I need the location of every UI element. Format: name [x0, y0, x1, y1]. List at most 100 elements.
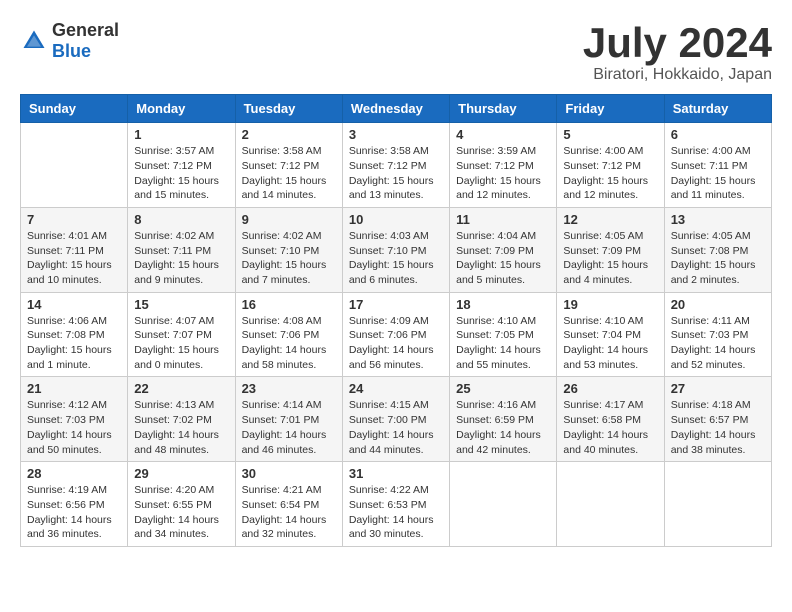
day-number: 26 [563, 381, 657, 396]
calendar-cell: 23 Sunrise: 4:14 AM Sunset: 7:01 PM Dayli… [235, 377, 342, 462]
day-number: 18 [456, 297, 550, 312]
day-info: Sunrise: 4:19 AM Sunset: 6:56 PM Dayligh… [27, 483, 121, 542]
day-number: 20 [671, 297, 765, 312]
day-info: Sunrise: 3:58 AM Sunset: 7:12 PM Dayligh… [349, 144, 443, 203]
calendar-cell [21, 123, 128, 208]
calendar-cell: 27 Sunrise: 4:18 AM Sunset: 6:57 PM Dayli… [664, 377, 771, 462]
day-number: 13 [671, 212, 765, 227]
day-info: Sunrise: 4:12 AM Sunset: 7:03 PM Dayligh… [27, 398, 121, 457]
header: General Blue July 2024 Biratori, Hokkaid… [20, 20, 772, 84]
day-number: 28 [27, 466, 121, 481]
day-info: Sunrise: 4:16 AM Sunset: 6:59 PM Dayligh… [456, 398, 550, 457]
day-number: 5 [563, 127, 657, 142]
day-number: 2 [242, 127, 336, 142]
weekday-header-thursday: Thursday [450, 95, 557, 123]
day-number: 25 [456, 381, 550, 396]
weekday-header-monday: Monday [128, 95, 235, 123]
day-info: Sunrise: 4:10 AM Sunset: 7:05 PM Dayligh… [456, 314, 550, 373]
calendar-week-row: 1Sunrise: 3:57 AM Sunset: 7:12 PM Daylig… [21, 123, 772, 208]
day-info: Sunrise: 3:57 AM Sunset: 7:12 PM Dayligh… [134, 144, 228, 203]
day-info: Sunrise: 4:21 AM Sunset: 6:54 PM Dayligh… [242, 483, 336, 542]
calendar-cell: 8Sunrise: 4:02 AM Sunset: 7:11 PM Daylig… [128, 207, 235, 292]
calendar-cell: 7 Sunrise: 4:01 AM Sunset: 7:11 PM Daylig… [21, 207, 128, 292]
day-number: 23 [242, 381, 336, 396]
day-info: Sunrise: 4:00 AM Sunset: 7:12 PM Dayligh… [563, 144, 657, 203]
calendar-cell [664, 462, 771, 547]
calendar-cell: 3 Sunrise: 3:58 AM Sunset: 7:12 PM Daylig… [342, 123, 449, 208]
day-info: Sunrise: 4:13 AM Sunset: 7:02 PM Dayligh… [134, 398, 228, 457]
calendar-cell: 1Sunrise: 3:57 AM Sunset: 7:12 PM Daylig… [128, 123, 235, 208]
calendar-cell: 31 Sunrise: 4:22 AM Sunset: 6:53 PM Dayli… [342, 462, 449, 547]
day-info: Sunrise: 4:03 AM Sunset: 7:10 PM Dayligh… [349, 229, 443, 288]
calendar-body: 1Sunrise: 3:57 AM Sunset: 7:12 PM Daylig… [21, 123, 772, 547]
weekday-header-wednesday: Wednesday [342, 95, 449, 123]
calendar-cell: 6 Sunrise: 4:00 AM Sunset: 7:11 PM Daylig… [664, 123, 771, 208]
weekday-header-friday: Friday [557, 95, 664, 123]
day-info: Sunrise: 4:18 AM Sunset: 6:57 PM Dayligh… [671, 398, 765, 457]
calendar-cell: 5 Sunrise: 4:00 AM Sunset: 7:12 PM Daylig… [557, 123, 664, 208]
calendar-cell [557, 462, 664, 547]
calendar-cell: 12Sunrise: 4:05 AM Sunset: 7:09 PM Dayli… [557, 207, 664, 292]
day-number: 21 [27, 381, 121, 396]
calendar-cell: 24Sunrise: 4:15 AM Sunset: 7:00 PM Dayli… [342, 377, 449, 462]
day-info: Sunrise: 4:00 AM Sunset: 7:11 PM Dayligh… [671, 144, 765, 203]
day-info: Sunrise: 4:01 AM Sunset: 7:11 PM Dayligh… [27, 229, 121, 288]
day-number: 3 [349, 127, 443, 142]
calendar-cell: 28 Sunrise: 4:19 AM Sunset: 6:56 PM Dayli… [21, 462, 128, 547]
day-number: 31 [349, 466, 443, 481]
day-info: Sunrise: 4:04 AM Sunset: 7:09 PM Dayligh… [456, 229, 550, 288]
calendar-cell: 13 Sunrise: 4:05 AM Sunset: 7:08 PM Dayli… [664, 207, 771, 292]
day-number: 24 [349, 381, 443, 396]
day-number: 16 [242, 297, 336, 312]
calendar-week-row: 28 Sunrise: 4:19 AM Sunset: 6:56 PM Dayli… [21, 462, 772, 547]
calendar-cell: 19Sunrise: 4:10 AM Sunset: 7:04 PM Dayli… [557, 292, 664, 377]
calendar-cell: 9Sunrise: 4:02 AM Sunset: 7:10 PM Daylig… [235, 207, 342, 292]
calendar-cell: 10 Sunrise: 4:03 AM Sunset: 7:10 PM Dayli… [342, 207, 449, 292]
calendar-cell [450, 462, 557, 547]
day-info: Sunrise: 4:14 AM Sunset: 7:01 PM Dayligh… [242, 398, 336, 457]
day-info: Sunrise: 4:05 AM Sunset: 7:09 PM Dayligh… [563, 229, 657, 288]
logo-text-blue: Blue [52, 41, 91, 61]
calendar-cell: 29Sunrise: 4:20 AM Sunset: 6:55 PM Dayli… [128, 462, 235, 547]
calendar-cell: 21 Sunrise: 4:12 AM Sunset: 7:03 PM Dayli… [21, 377, 128, 462]
day-number: 10 [349, 212, 443, 227]
calendar-cell: 26 Sunrise: 4:17 AM Sunset: 6:58 PM Dayli… [557, 377, 664, 462]
calendar-table: SundayMondayTuesdayWednesdayThursdayFrid… [20, 94, 772, 547]
day-info: Sunrise: 4:17 AM Sunset: 6:58 PM Dayligh… [563, 398, 657, 457]
day-info: Sunrise: 4:02 AM Sunset: 7:11 PM Dayligh… [134, 229, 228, 288]
day-number: 15 [134, 297, 228, 312]
calendar-cell: 14 Sunrise: 4:06 AM Sunset: 7:08 PM Dayli… [21, 292, 128, 377]
day-info: Sunrise: 4:06 AM Sunset: 7:08 PM Dayligh… [27, 314, 121, 373]
calendar-cell: 4Sunrise: 3:59 AM Sunset: 7:12 PM Daylig… [450, 123, 557, 208]
day-info: Sunrise: 4:02 AM Sunset: 7:10 PM Dayligh… [242, 229, 336, 288]
logo-text-general: General [52, 20, 119, 40]
day-info: Sunrise: 4:07 AM Sunset: 7:07 PM Dayligh… [134, 314, 228, 373]
day-number: 22 [134, 381, 228, 396]
day-number: 19 [563, 297, 657, 312]
day-number: 11 [456, 212, 550, 227]
day-number: 6 [671, 127, 765, 142]
calendar-cell: 11 Sunrise: 4:04 AM Sunset: 7:09 PM Dayli… [450, 207, 557, 292]
day-number: 7 [27, 212, 121, 227]
day-info: Sunrise: 4:11 AM Sunset: 7:03 PM Dayligh… [671, 314, 765, 373]
day-number: 29 [134, 466, 228, 481]
day-number: 27 [671, 381, 765, 396]
calendar-cell: 25 Sunrise: 4:16 AM Sunset: 6:59 PM Dayli… [450, 377, 557, 462]
logo: General Blue [20, 20, 119, 62]
title-section: July 2024 Biratori, Hokkaido, Japan [583, 20, 772, 84]
calendar-cell: 22 Sunrise: 4:13 AM Sunset: 7:02 PM Dayli… [128, 377, 235, 462]
day-number: 30 [242, 466, 336, 481]
day-number: 14 [27, 297, 121, 312]
calendar-cell: 20 Sunrise: 4:11 AM Sunset: 7:03 PM Dayli… [664, 292, 771, 377]
calendar-cell: 16Sunrise: 4:08 AM Sunset: 7:06 PM Dayli… [235, 292, 342, 377]
day-info: Sunrise: 4:09 AM Sunset: 7:06 PM Dayligh… [349, 314, 443, 373]
page-title: July 2024 [583, 20, 772, 66]
calendar-header-row: SundayMondayTuesdayWednesdayThursdayFrid… [21, 95, 772, 123]
day-info: Sunrise: 4:22 AM Sunset: 6:53 PM Dayligh… [349, 483, 443, 542]
weekday-header-saturday: Saturday [664, 95, 771, 123]
calendar-week-row: 7 Sunrise: 4:01 AM Sunset: 7:11 PM Daylig… [21, 207, 772, 292]
day-info: Sunrise: 4:05 AM Sunset: 7:08 PM Dayligh… [671, 229, 765, 288]
calendar-cell: 17Sunrise: 4:09 AM Sunset: 7:06 PM Dayli… [342, 292, 449, 377]
day-info: Sunrise: 3:58 AM Sunset: 7:12 PM Dayligh… [242, 144, 336, 203]
logo-icon [20, 27, 48, 55]
